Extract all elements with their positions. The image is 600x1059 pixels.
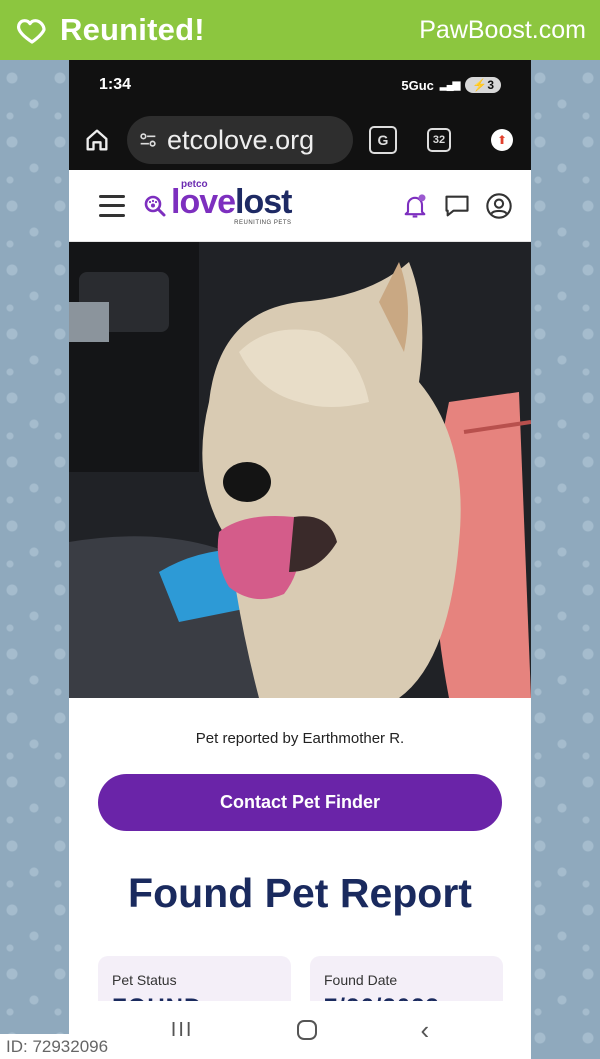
tune-icon[interactable]	[137, 129, 159, 151]
banner-title: Reunited!	[60, 12, 205, 47]
url-text: etcolove.org	[167, 124, 315, 155]
tab-count: 32	[432, 134, 446, 146]
update-icon[interactable]: ⬆	[491, 129, 513, 151]
home-icon[interactable]	[83, 126, 111, 154]
listing-id: ID: 72932096	[0, 1034, 115, 1059]
battery-level: 3	[487, 78, 494, 92]
translate-icon[interactable]: G	[369, 126, 397, 154]
heart-icon	[17, 19, 46, 44]
paw-icon	[144, 195, 166, 216]
menu-icon[interactable]	[99, 194, 125, 217]
pet-photo	[69, 242, 531, 698]
site-logo[interactable]: petco lovelost REUNITING PETS	[143, 180, 293, 226]
recents-icon[interactable]: III	[171, 1019, 194, 1042]
status-indicators: 5Guc ▂▄▆ ⚡3	[401, 77, 501, 93]
phone-screenshot: 1:34 5Guc ▂▄▆ ⚡3 etcolove.org G 32 ⬆ pet…	[69, 60, 531, 1059]
account-icon[interactable]	[485, 192, 513, 220]
network-label: 5Guc	[401, 77, 434, 93]
bell-icon[interactable]	[401, 192, 429, 220]
signal-icon: ▂▄▆	[439, 79, 460, 91]
page-title: Found Pet Report	[128, 870, 472, 916]
card-label: Found Date	[324, 972, 398, 988]
tabs-icon[interactable]: 32	[427, 128, 451, 152]
android-nav-bar: III ‹	[69, 1001, 531, 1059]
card-label: Pet Status	[112, 972, 177, 988]
logo-petco: petco	[181, 179, 208, 190]
chat-icon[interactable]	[443, 192, 471, 220]
status-bar: 1:34 5Guc ▂▄▆ ⚡3	[69, 60, 531, 110]
site-header: petco lovelost REUNITING PETS	[69, 170, 531, 242]
contact-pet-finder-button[interactable]: Contact Pet Finder	[98, 774, 502, 831]
status-time: 1:34	[99, 76, 132, 93]
home-button-icon[interactable]	[296, 1020, 317, 1040]
address-bar[interactable]: etcolove.org	[127, 116, 353, 164]
header-actions	[401, 192, 513, 220]
logo-tagline: REUNITING PETS	[234, 220, 292, 226]
browser-toolbar: etcolove.org G 32 ⬆	[69, 110, 531, 170]
battery-icon: ⚡3	[465, 77, 501, 93]
back-icon[interactable]: ‹	[421, 1015, 430, 1046]
logo-lost: lost	[235, 183, 292, 221]
reunited-banner: Reunited! PawBoost.com	[0, 0, 600, 60]
brand-name: PawBoost.com	[419, 15, 586, 44]
reported-by: Pet reported by Earthmother R.	[195, 730, 405, 747]
